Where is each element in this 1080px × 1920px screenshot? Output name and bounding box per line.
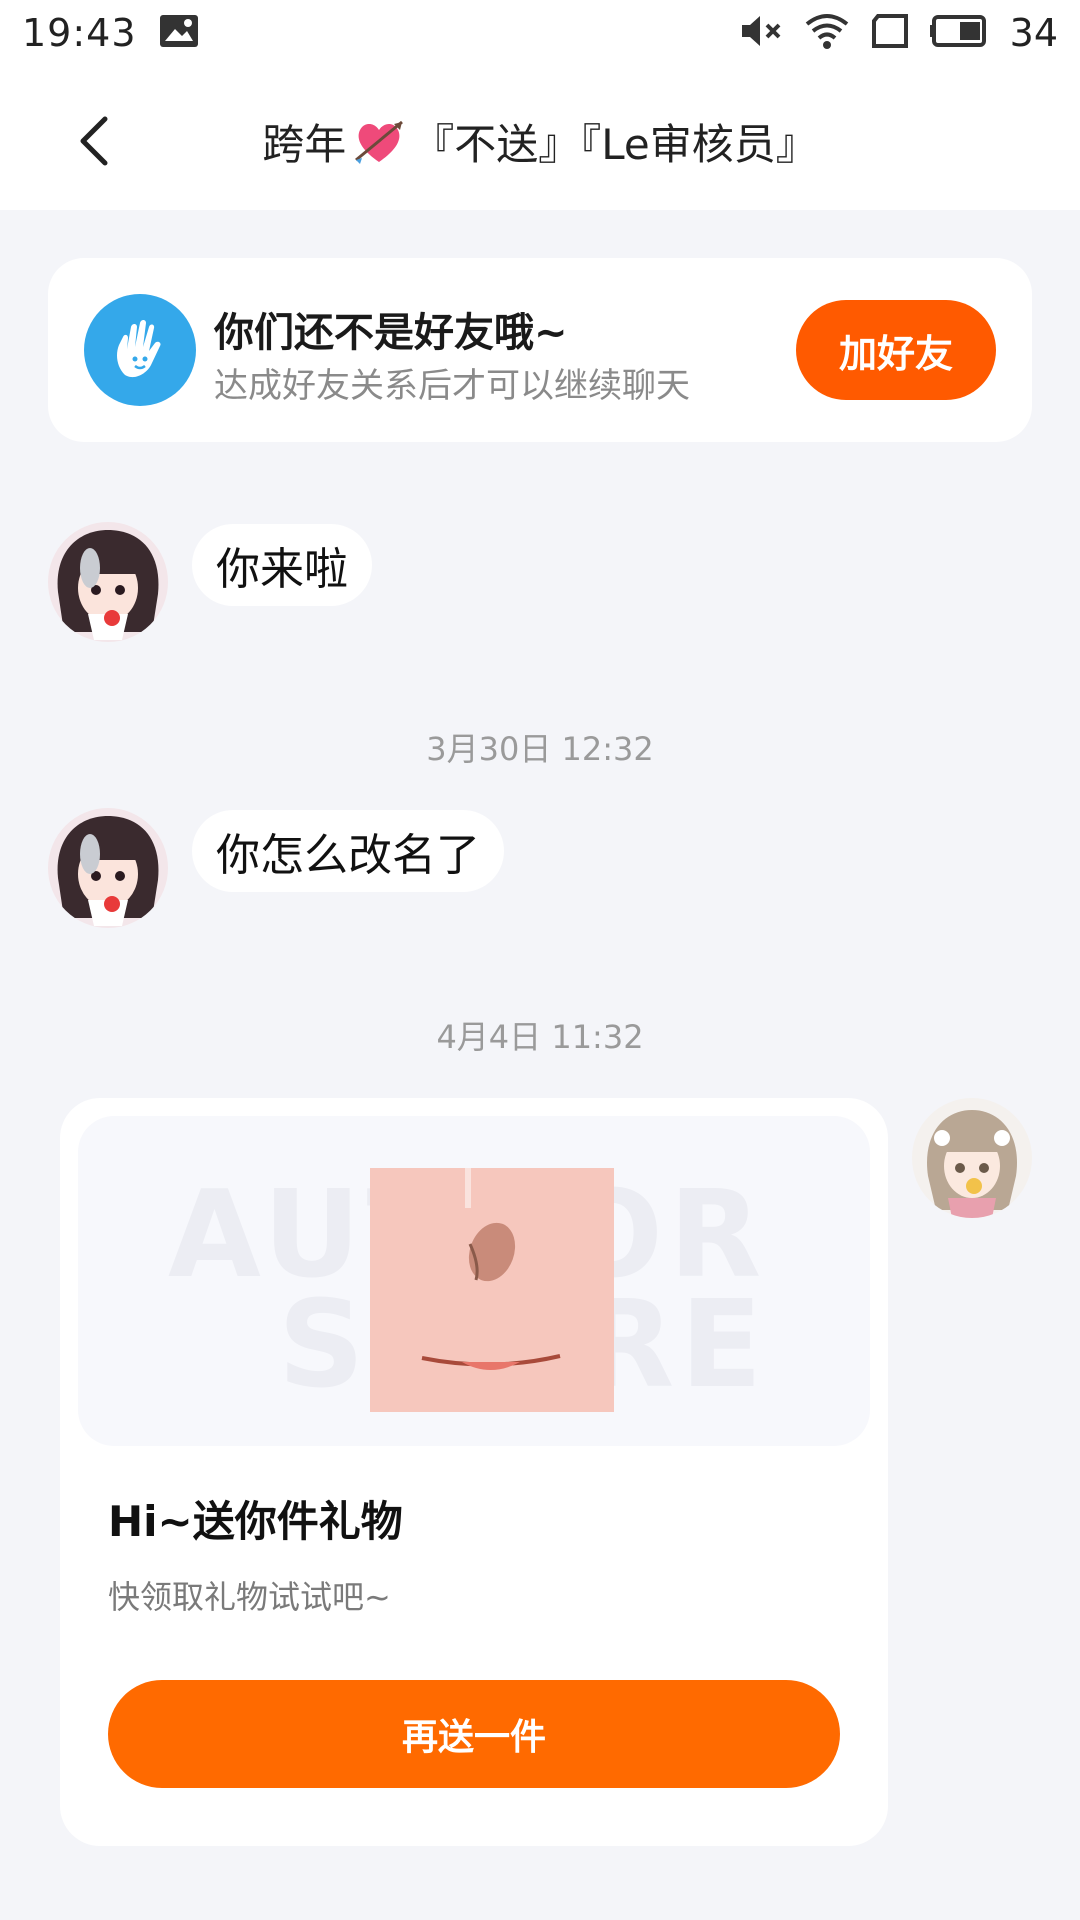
avatar-self[interactable] [912,1098,1032,1218]
back-button[interactable] [60,106,130,176]
title-suffix: 『不送』『Le审核员』 [412,119,818,169]
wifi-icon [804,11,850,55]
battery-icon [929,14,990,52]
timestamp: 3月30日 12:32 [426,730,654,768]
status-right: 34 [740,11,1058,55]
add-friend-button[interactable]: 加好友 [796,300,996,400]
screen-icon [870,13,910,53]
timestamp: 4月4日 11:32 [436,1018,644,1056]
friend-notice-card: 你们还不是好友哦~ 达成好友关系后才可以继续聊天 加好友 [48,258,1032,442]
gift-card[interactable]: AUTHOR SQURE Hi~送你件礼物 快领取礼物试试吧~ 再送一件 [60,1098,888,1846]
gift-image-area: AUTHOR SQURE [78,1116,870,1446]
gift-subtitle: 快领取礼物试试吧~ [108,1578,391,1616]
mute-icon [740,11,784,55]
page-title: 跨年 『不送』『Le审核员』 [150,106,930,176]
avatar-other[interactable] [48,808,168,928]
friend-notice-title: 你们还不是好友哦~ [214,310,568,356]
heart-with-arrow-icon [352,116,406,166]
title-prefix: 跨年 [262,119,347,169]
chat-header: 跨年 『不送』『Le审核员』 [0,66,1080,210]
message-bubble[interactable]: 你来啦 [192,524,372,606]
chevron-left-icon [80,116,108,166]
status-left: 19:43 [22,11,199,55]
avatar-other[interactable] [48,522,168,642]
gift-image [370,1168,614,1412]
send-another-gift-button[interactable]: 再送一件 [108,1680,840,1788]
message-bubble[interactable]: 你怎么改名了 [192,810,504,892]
gift-title: Hi~送你件礼物 [108,1497,403,1546]
friend-notice-subtitle: 达成好友关系后才可以继续聊天 [214,366,690,406]
hand-wave-icon [84,294,196,406]
status-time: 19:43 [22,11,137,55]
status-bar: 19:43 34 [0,0,1080,66]
image-notification-icon [159,14,199,52]
battery-level: 34 [1009,11,1058,55]
